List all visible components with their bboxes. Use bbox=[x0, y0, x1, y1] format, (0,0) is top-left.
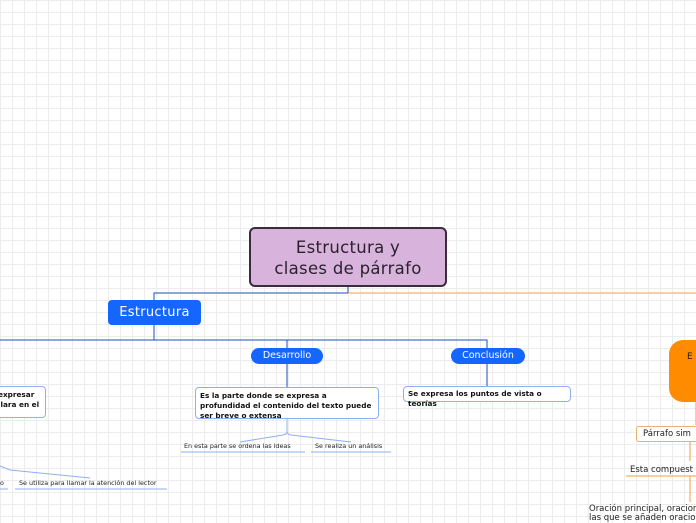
topic-estructura[interactable]: Estructura bbox=[108, 300, 201, 325]
link-desarrollo-leaves bbox=[239, 419, 352, 443]
leaf-bottom-partial[interactable]: o bbox=[0, 479, 4, 488]
topic-desarrollo-text[interactable]: Es la parte donde se expresa a profundid… bbox=[195, 387, 379, 420]
topic-parrafo-simple[interactable]: Párrafo sim bbox=[636, 426, 696, 442]
topic-orange-partial[interactable]: E bbox=[669, 340, 696, 402]
root-topic[interactable]: Estructura y clases de párrafo bbox=[249, 227, 447, 287]
link-estructura-bus bbox=[0, 325, 488, 349]
link-orange-down bbox=[689, 402, 696, 502]
left-text-line1: expresar bbox=[0, 390, 35, 399]
leaf-atencion-lector[interactable]: Se utiliza para llamar la atención del l… bbox=[19, 479, 157, 488]
mind-map-canvas[interactable]: Estructura y clases de párrafo Estructur… bbox=[0, 0, 696, 523]
topic-desarrollo[interactable]: Desarrollo bbox=[251, 348, 323, 364]
link-bottom-leaves bbox=[0, 465, 91, 479]
topic-conclusion-text[interactable]: Se expresa los puntos de vista o teorías bbox=[403, 386, 571, 408]
topic-left-partial[interactable]: expresar llara en el bbox=[0, 386, 46, 418]
topic-conclusion[interactable]: Conclusión bbox=[451, 348, 525, 364]
left-text-line2: llara en el bbox=[0, 400, 40, 409]
topic-oracion-line2[interactable]: las que se añaden oracion bbox=[589, 513, 696, 523]
leaf-analisis[interactable]: Se realiza un análisis bbox=[315, 442, 382, 451]
root-title-line2: clases de párrafo bbox=[274, 259, 422, 278]
leaf-ordena-ideas[interactable]: En esta parte se ordena las ideas bbox=[184, 442, 291, 451]
link-root-estructura bbox=[153, 287, 349, 300]
topic-compuesto[interactable]: Esta compuest bbox=[630, 465, 693, 475]
root-title-line1: Estructura y bbox=[295, 238, 401, 257]
